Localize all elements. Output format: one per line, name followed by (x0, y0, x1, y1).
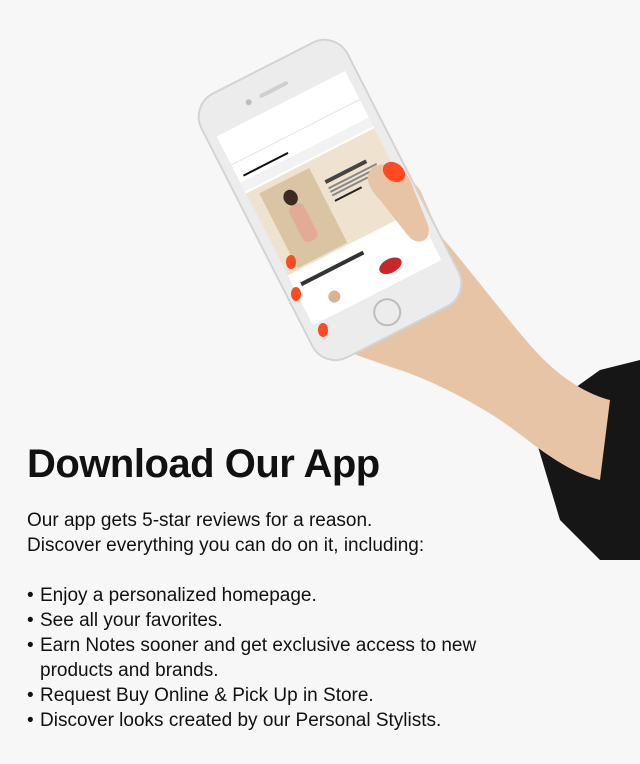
promo-text: Download Our App Our app gets 5-star rev… (27, 440, 547, 733)
feature-item: Enjoy a personalized homepage. (27, 583, 547, 608)
feature-item: See all your favorites. (27, 608, 547, 633)
feature-item: Earn Notes sooner and get exclusive acce… (27, 633, 480, 683)
feature-item: Discover looks created by our Personal S… (27, 708, 547, 733)
feature-list: Enjoy a personalized homepage. See all y… (27, 583, 547, 733)
finger-nail (291, 287, 301, 301)
intro-line-2: Discover everything you can do on it, in… (27, 535, 425, 556)
finger-nail (318, 323, 328, 337)
finger-nail (286, 255, 296, 269)
intro-text: Our app gets 5-star reviews for a reason… (27, 508, 547, 558)
app-promo-page: Download Our App Our app gets 5-star rev… (0, 0, 640, 764)
feature-item: Request Buy Online & Pick Up in Store. (27, 683, 547, 708)
page-title: Download Our App (27, 442, 380, 486)
intro-line-1: Our app gets 5-star reviews for a reason… (27, 510, 373, 531)
